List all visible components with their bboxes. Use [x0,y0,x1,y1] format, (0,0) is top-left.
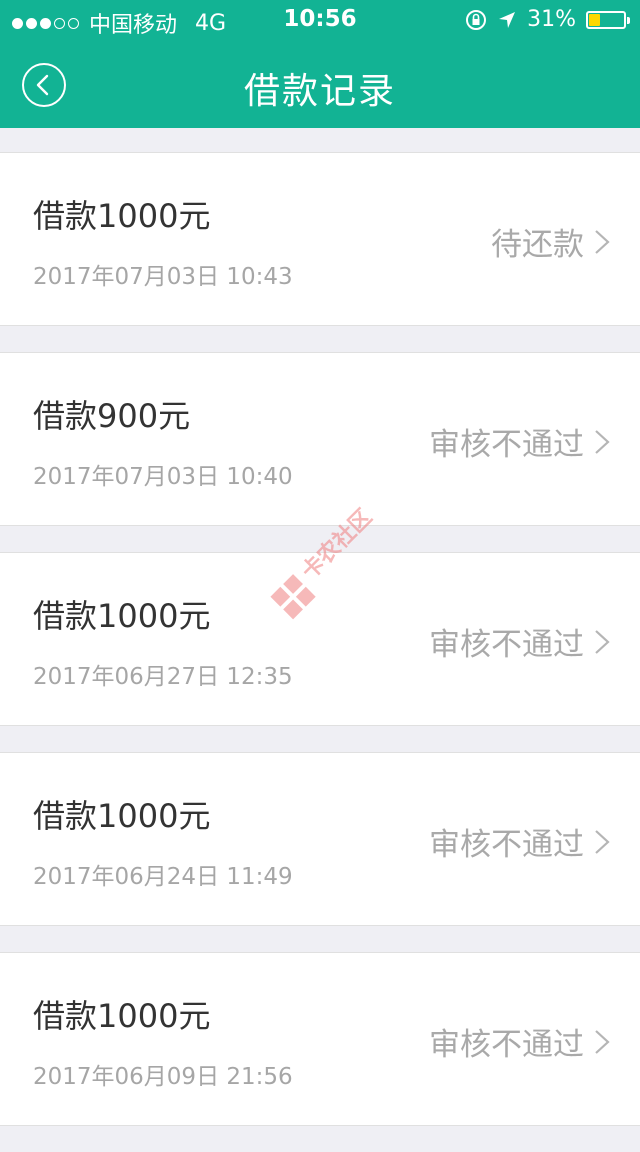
battery-icon [586,10,630,29]
battery-percent: 31% [527,7,576,32]
loan-time: 2017年07月03日 10:40 [33,464,293,490]
loan-status: 审核不通过 [429,427,584,463]
status-right: 31% [465,7,630,32]
chevron-right-icon [595,230,610,254]
loan-record-item[interactable]: 借款1000元 2017年07月03日 10:43 待还款 [0,152,640,326]
loan-status: 审核不通过 [429,827,584,863]
chevron-right-icon [595,630,610,654]
loan-amount: 借款1000元 [33,597,211,635]
chevron-right-icon [595,430,610,454]
loan-record-item[interactable]: 借款1000元 2017年06月24日 11:49 审核不通过 [0,752,640,926]
rotation-lock-icon [466,9,487,30]
loan-status: 审核不通过 [429,1027,584,1063]
loan-amount: 借款900元 [33,397,191,435]
navigation-bar: 借款记录 [0,40,640,128]
battery-level [589,13,601,26]
loan-time: 2017年06月27日 12:35 [33,664,293,690]
loan-time: 2017年06月24日 11:49 [33,864,293,890]
loan-record-item[interactable]: 借款900元 2017年07月03日 10:40 审核不通过 [0,352,640,526]
loan-record-item[interactable]: 借款1000元 2017年06月27日 12:35 审核不通过 [0,552,640,726]
loan-amount: 借款1000元 [33,197,211,235]
top-bar: 中国移动 4G 10:56 31% 借款记录 [0,0,640,128]
loan-record-list: 借款1000元 2017年07月03日 10:43 待还款 借款900元 201… [0,152,640,1152]
loan-record-item[interactable]: 借款1000元 2017年06月09日 21:56 审核不通过 [0,952,640,1126]
loan-status: 待还款 [491,227,584,263]
chevron-right-icon [595,1030,610,1054]
chevron-right-icon [595,830,610,854]
loan-amount: 借款1000元 [33,797,211,835]
loan-time: 2017年06月09日 21:56 [33,1064,293,1090]
loan-time: 2017年07月03日 10:43 [33,264,293,290]
status-bar: 中国移动 4G 10:56 31% [0,0,640,40]
loan-amount: 借款1000元 [33,997,211,1035]
location-arrow-icon [499,11,516,28]
page-title: 借款记录 [243,71,396,112]
loan-status: 审核不通过 [429,627,584,663]
